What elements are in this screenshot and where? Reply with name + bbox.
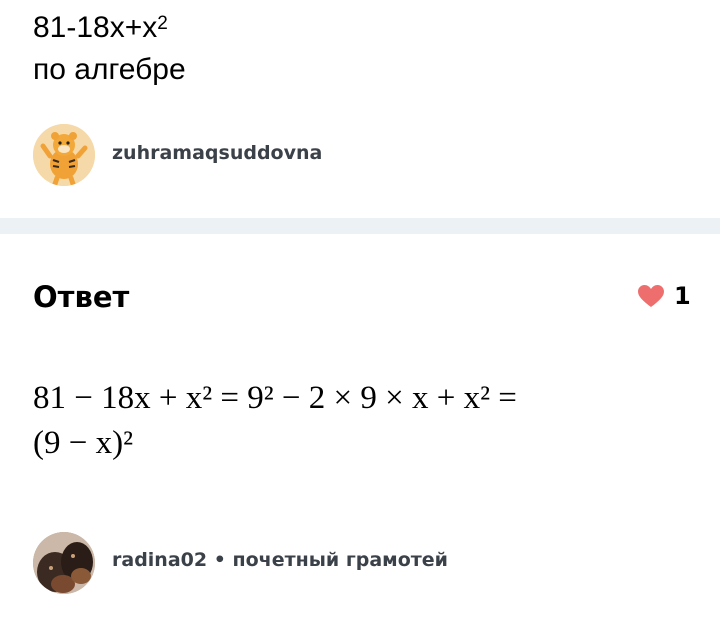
- answer-author-line: radina02 • почетный грамотей: [112, 549, 448, 571]
- solution-line-1: 81 − 18x + x² = 9² − 2 × 9 × x + x² =: [33, 380, 517, 416]
- question-title: 81-18x+x2: [33, 10, 168, 46]
- question-title-text: 81-18x+x: [33, 11, 158, 44]
- question-subject: по алгебре: [33, 53, 186, 86]
- heart-icon: [638, 284, 664, 307]
- answer-author-avatar[interactable]: [33, 532, 95, 594]
- author-rank: почетный грамотей: [232, 549, 448, 571]
- solution-line-2: (9 − x)²: [33, 425, 133, 461]
- section-divider: [0, 218, 720, 234]
- answer-heading: Ответ: [33, 280, 130, 314]
- tiger-avatar-icon: [33, 124, 95, 186]
- like-count: 1: [674, 282, 691, 310]
- answer-author-name[interactable]: radina02: [112, 549, 207, 571]
- question-title-exponent: 2: [157, 13, 168, 34]
- question-author-avatar[interactable]: [33, 124, 95, 186]
- question-author-name[interactable]: zuhramaqsuddovna: [112, 142, 322, 164]
- author-separator: •: [207, 549, 233, 571]
- dogs-avatar-icon: [33, 532, 95, 594]
- like-button[interactable]: 1: [638, 282, 691, 310]
